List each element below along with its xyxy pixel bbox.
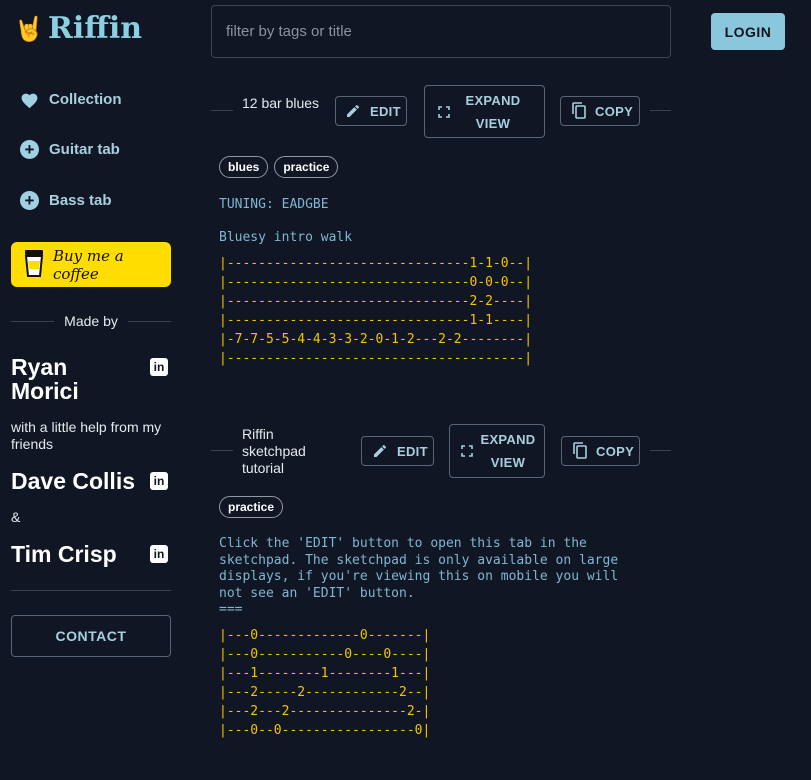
sidebar-item-bass-tab[interactable]: + Bass tab bbox=[20, 191, 112, 210]
copy-button[interactable]: COPY bbox=[561, 436, 640, 466]
copy-icon bbox=[571, 442, 589, 460]
edit-button[interactable]: EDIT bbox=[335, 96, 407, 126]
sidebar-divider bbox=[11, 590, 171, 591]
pencil-icon bbox=[371, 442, 389, 460]
tag-chip[interactable]: practice bbox=[274, 156, 339, 178]
plus-circle-icon: + bbox=[20, 191, 39, 210]
tab-header: Riffin sketchpad tutorial EDIT EXPAND VI… bbox=[211, 424, 671, 478]
copy-icon bbox=[570, 102, 588, 120]
heart-icon bbox=[20, 90, 39, 109]
fullscreen-icon bbox=[435, 103, 453, 121]
sidebar-item-label: Guitar tab bbox=[49, 141, 120, 158]
author-name: Ryan Morici bbox=[11, 354, 79, 405]
sidebar-item-guitar-tab[interactable]: + Guitar tab bbox=[20, 140, 120, 159]
coffee-cup-icon bbox=[23, 248, 45, 282]
tab-header: 12 bar blues EDIT EXPAND VIEW COPY bbox=[211, 84, 671, 138]
ampersand: & bbox=[11, 509, 21, 525]
sidebar-item-label: Collection bbox=[49, 91, 122, 108]
search-input[interactable] bbox=[211, 5, 671, 58]
sidebar-item-collection[interactable]: Collection bbox=[20, 90, 122, 109]
brand-name: Riffin bbox=[47, 11, 143, 46]
help-text: with a little help from my friends bbox=[11, 419, 162, 452]
tablature: |-------------------------------1-1-0--|… bbox=[219, 256, 533, 366]
tab-title[interactable]: 12 bar blues bbox=[242, 95, 322, 112]
sidebar-item-label: Bass tab bbox=[49, 192, 112, 209]
linkedin-icon[interactable]: in bbox=[150, 472, 168, 490]
brand-logo[interactable]: 🤘 Riffin bbox=[14, 14, 142, 44]
edit-label: EDIT bbox=[370, 103, 401, 119]
made-by-divider: Made by bbox=[11, 313, 172, 329]
tag-list: practice bbox=[219, 496, 284, 518]
contact-button[interactable]: CONTACT bbox=[11, 615, 171, 657]
tag-chip[interactable]: blues bbox=[219, 156, 269, 178]
edit-button[interactable]: EDIT bbox=[361, 436, 434, 466]
expand-label: EXPAND VIEW bbox=[480, 432, 536, 470]
tab-description: Click the 'EDIT' button to open this tab… bbox=[219, 536, 619, 617]
linkedin-icon[interactable]: in bbox=[150, 545, 168, 563]
copy-label: COPY bbox=[596, 443, 635, 459]
coffee-label: Buy me a coffee bbox=[53, 246, 124, 283]
expand-view-button[interactable]: EXPAND VIEW bbox=[449, 424, 545, 478]
rock-hand-icon: 🤘 bbox=[14, 15, 44, 43]
linkedin-icon[interactable]: in bbox=[150, 358, 168, 376]
made-by-label: Made by bbox=[64, 313, 118, 329]
copy-label: COPY bbox=[595, 103, 634, 119]
tab-title[interactable]: Riffin sketchpad tutorial bbox=[242, 426, 332, 476]
author-name: Dave Collis bbox=[11, 468, 135, 494]
fullscreen-icon bbox=[458, 442, 476, 460]
author-name: Tim Crisp bbox=[11, 541, 117, 567]
tab-card: Riffin sketchpad tutorial EDIT EXPAND VI… bbox=[211, 424, 671, 478]
tab-tuning: TUNING: EADGBE bbox=[219, 197, 329, 212]
tag-chip[interactable]: practice bbox=[219, 496, 284, 518]
tab-description: Bluesy intro walk bbox=[219, 230, 353, 245]
expand-label: EXPAND VIEW bbox=[465, 92, 521, 131]
pencil-icon bbox=[344, 102, 362, 120]
copy-button[interactable]: COPY bbox=[560, 96, 640, 126]
login-button[interactable]: LOGIN bbox=[711, 13, 785, 50]
edit-label: EDIT bbox=[397, 443, 428, 459]
tablature: |---0-------------0-------| |---0-------… bbox=[219, 628, 431, 738]
tag-list: blues practice bbox=[219, 156, 339, 178]
plus-circle-icon: + bbox=[20, 140, 39, 159]
buy-me-a-coffee-button[interactable]: Buy me a coffee bbox=[11, 242, 171, 287]
expand-view-button[interactable]: EXPAND VIEW bbox=[424, 85, 545, 138]
tab-card: 12 bar blues EDIT EXPAND VIEW COPY bbox=[211, 84, 671, 138]
